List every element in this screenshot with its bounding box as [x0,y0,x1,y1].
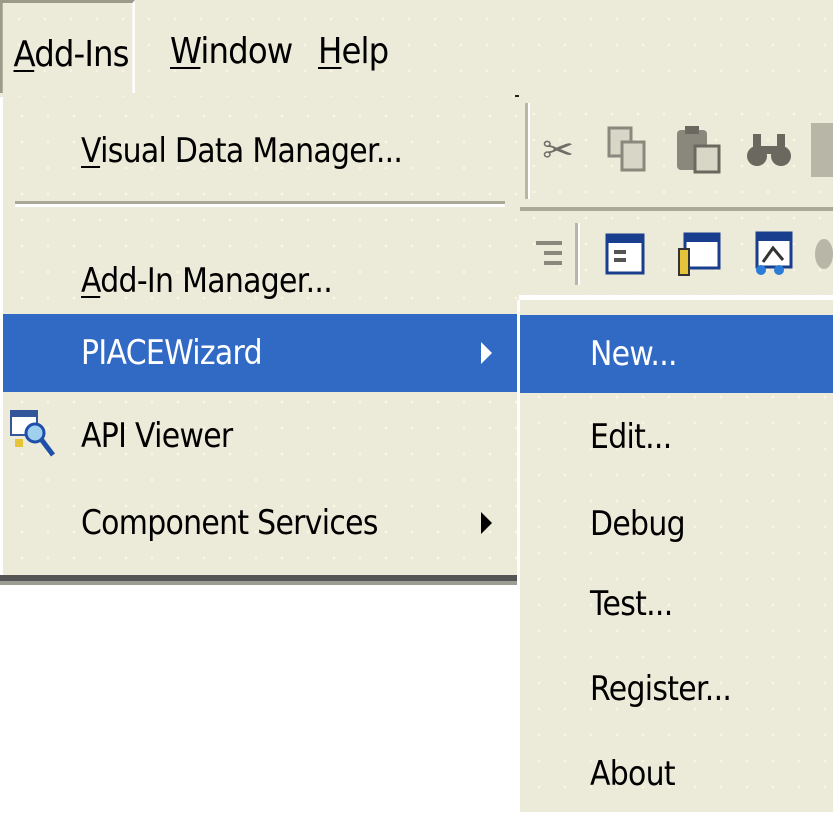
cut-icon[interactable]: ✂ [533,115,583,185]
submenu-item-label: Test... [590,584,673,624]
submenu-item-label: Register... [590,669,732,709]
menu-item-label: Visual Data Manager... [81,131,403,171]
submenu-item-about[interactable]: About [520,735,833,813]
object-browser-icon[interactable] [743,223,803,285]
submenu-item-label: Debug [590,504,686,544]
submenu-item-new[interactable]: New... [520,315,833,393]
indent-icon[interactable] [529,223,569,285]
toolbar-overflow [811,115,833,185]
submenu-item-edit[interactable]: Edit... [520,398,833,476]
submenu-item-test[interactable]: Test... [520,565,833,643]
toolbar-separator-2 [575,223,580,285]
menu-item-component-services[interactable]: Component Services [3,484,519,562]
menu-help-rest: elp [341,31,389,72]
mnemonic-a: A [81,261,101,301]
submenu-item-register[interactable]: Register... [520,650,833,728]
submenu-arrow-icon [481,512,492,534]
menu-item-label: Component Services [81,503,378,543]
toolbar-overflow-2 [815,223,833,285]
label-rest: isual Data Manager... [100,131,403,171]
menu-addins-rest: dd-Ins [34,34,129,75]
addins-menu: Visual Data Manager... Add-In Manager...… [0,97,519,575]
menu-item-label: API Viewer [81,416,233,456]
paste-icon[interactable] [667,115,729,185]
menu-item-visual-data-manager[interactable]: Visual Data Manager... [3,112,519,190]
menu-item-label: PIACEWizard [81,333,263,373]
properties-icon[interactable] [669,223,729,285]
menu-item-addin-manager[interactable]: Add-In Manager... [3,242,519,320]
submenu-item-label: Edit... [590,417,672,457]
submenu-item-debug[interactable]: Debug [520,485,833,563]
copy-icon[interactable] [599,115,655,185]
menu-window-mnemonic: W [170,31,201,72]
mnemonic-v: V [81,131,101,171]
menu-help[interactable]: Help [318,0,399,96]
submenu-item-label: New... [590,334,678,374]
toolbar: ✂ [515,95,833,300]
menu-window[interactable]: Window [170,0,296,96]
menu-item-label: Add-In Manager... [81,261,333,301]
submenu-item-label: About [590,754,676,794]
menu-addins[interactable]: Add-Ins [0,0,135,93]
menu-bar: Add-Ins Window Help [0,0,833,100]
menu-item-api-viewer[interactable]: API Viewer [3,397,519,475]
form-icon[interactable] [597,223,653,285]
menu-separator [15,201,505,207]
label-rest: dd-In Manager... [100,261,333,301]
api-viewer-icon [9,405,57,461]
piacewizard-submenu: New... Edit... Debug Test... Register...… [517,300,833,812]
menu-item-piacewizard[interactable]: PIACEWizard [3,314,519,392]
submenu-arrow-icon [481,342,492,364]
find-icon[interactable] [737,115,801,185]
toolbar-row-divider [520,207,833,211]
menu-window-rest: indow [200,31,293,72]
menu-addins-mnemonic: A [13,34,36,75]
toolbar-separator [525,103,530,199]
menu-help-mnemonic: H [318,31,342,72]
